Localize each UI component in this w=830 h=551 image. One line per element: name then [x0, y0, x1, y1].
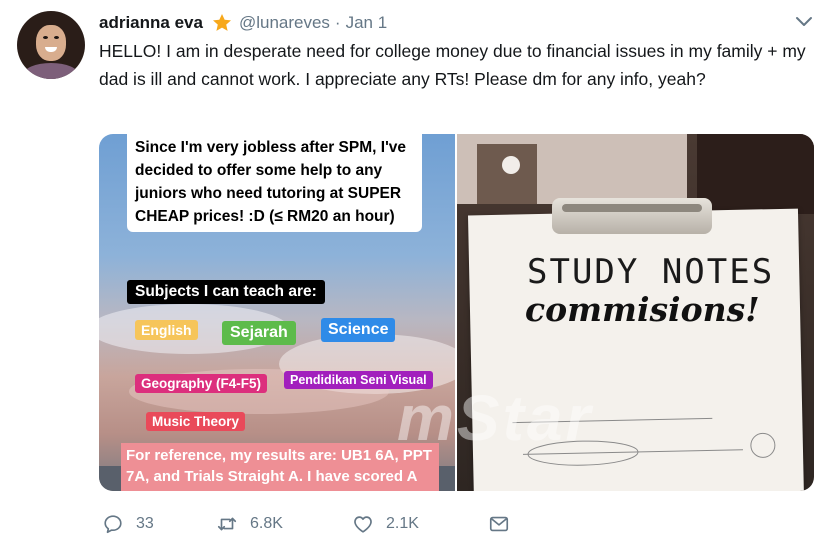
media-image-tutoring[interactable]: Since I'm very jobless after SPM, I've d… [99, 134, 455, 491]
subjects-heading: Subjects I can teach are: [127, 280, 325, 304]
clipboard-clip-bar [562, 204, 702, 212]
reply-button[interactable]: 33 [102, 513, 190, 535]
background-shelf [477, 144, 537, 204]
media-image-notes[interactable]: STUDY NOTES commisions! [457, 134, 814, 491]
retweet-icon [217, 517, 237, 531]
avatar-shoulders [23, 63, 79, 79]
reply-count: 33 [136, 515, 154, 532]
notes-subtitle: commisions! [525, 290, 760, 329]
avatar-eye [54, 36, 59, 39]
tweet-text: HELLO! I am in desperate need for colleg… [99, 41, 806, 89]
chevron-down-icon[interactable] [795, 16, 813, 28]
envelope-icon [489, 516, 509, 532]
retweet-button[interactable]: 6.8K [216, 513, 326, 535]
subject-tag-music: Music Theory [146, 412, 246, 431]
subject-tag-pendidikan: Pendidikan Seni Visual [284, 371, 433, 389]
tweet-actions: 33 6.8K 2.1K [102, 511, 548, 537]
author-name[interactable]: adrianna eva [99, 13, 203, 33]
separator-dot: · [334, 13, 341, 32]
author-handle[interactable]: @lunareves [239, 13, 330, 33]
reply-icon [104, 515, 122, 534]
subject-tag-sejarah: Sejarah [222, 321, 296, 345]
notes-sketch [512, 417, 776, 466]
heart-icon [354, 516, 372, 533]
notes-title: STUDY NOTES [527, 252, 775, 292]
avatar[interactable] [17, 11, 85, 79]
avatar-eye [43, 36, 48, 39]
subject-tag-science: Science [321, 318, 396, 342]
tweet-media[interactable]: Since I'm very jobless after SPM, I've d… [99, 134, 814, 491]
star-icon [212, 14, 231, 31]
like-button[interactable]: 2.1K [352, 513, 462, 535]
background-door [697, 134, 814, 214]
subject-tag-english: English [135, 320, 198, 340]
tweet-header: adrianna eva @lunareves · Jan 1 [99, 12, 387, 34]
avatar-face [36, 25, 66, 61]
notes-paper [467, 208, 805, 491]
like-count: 2.1K [386, 515, 419, 532]
tweet-date[interactable]: Jan 1 [346, 13, 388, 33]
retweet-count: 6.8K [250, 515, 283, 532]
results-text: For reference, my results are: UB1 6A, P… [121, 443, 439, 491]
direct-message-button[interactable] [488, 513, 522, 535]
background-lamp [502, 156, 520, 174]
subject-tag-geography: Geography (F4-F5) [135, 374, 268, 393]
tutoring-intro: Since I'm very jobless after SPM, I've d… [127, 134, 422, 232]
